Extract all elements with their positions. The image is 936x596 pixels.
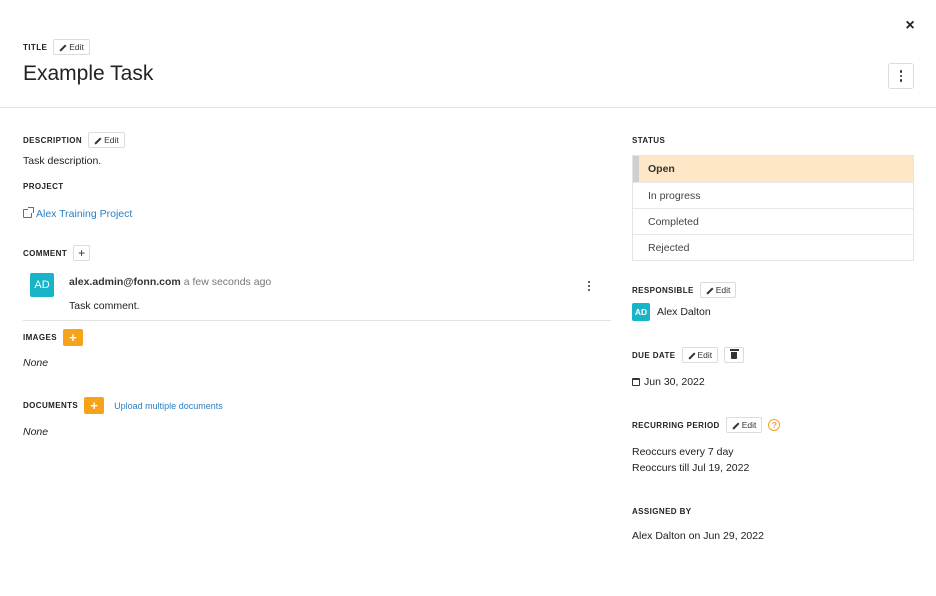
due-date-value: Jun 30, 2022: [632, 376, 705, 388]
header-divider: [0, 107, 936, 108]
close-button[interactable]: ×: [901, 17, 919, 35]
edit-description-button[interactable]: Edit: [88, 132, 125, 148]
status-option-rejected[interactable]: Rejected: [633, 234, 913, 260]
recurring-line-1: Reoccurs every 7 day: [632, 446, 734, 458]
responsible-name: Alex Dalton: [657, 306, 711, 318]
delete-due-date-button[interactable]: [724, 347, 745, 363]
pencil-icon: [94, 137, 101, 144]
edit-recurring-button[interactable]: Edit: [725, 417, 763, 433]
pencil-icon: [732, 422, 739, 429]
comment-divider: [23, 320, 611, 321]
responsible-header: RESPONSIBLE Edit: [632, 282, 737, 298]
external-link-icon: [23, 207, 34, 218]
question-circle-icon[interactable]: ?: [768, 419, 781, 431]
add-document-button[interactable]: +: [84, 397, 105, 414]
add-image-button[interactable]: +: [62, 329, 83, 346]
recurring-header: RECURRING PERIOD Edit ?: [632, 417, 781, 433]
more-vertical-icon: [899, 70, 903, 82]
calendar-icon: [632, 378, 640, 386]
edit-responsible-button[interactable]: Edit: [699, 282, 737, 298]
recurring-label: RECURRING PERIOD: [632, 420, 720, 430]
project-label: PROJECT: [23, 182, 64, 191]
more-options-button[interactable]: [888, 63, 914, 89]
status-list: Open In progress Completed Rejected: [632, 155, 914, 261]
status-option-completed[interactable]: Completed: [633, 208, 913, 234]
description-label: DESCRIPTION: [23, 135, 83, 145]
description-header: DESCRIPTION Edit: [23, 132, 125, 148]
comment-header: COMMENT +: [23, 245, 91, 261]
comment-time: a few seconds ago: [183, 276, 272, 288]
assigned-by-label: ASSIGNED BY: [632, 507, 692, 516]
description-text: Task description.: [23, 155, 102, 167]
due-date-header: DUE DATE Edit: [632, 347, 745, 363]
title-row: TITLE Edit: [23, 39, 90, 55]
avatar: AD: [30, 273, 54, 297]
status-option-open[interactable]: Open: [633, 156, 913, 182]
title-label: TITLE: [23, 42, 48, 52]
images-label: IMAGES: [23, 333, 57, 342]
due-date-label: DUE DATE: [632, 350, 676, 360]
comment-label: COMMENT: [23, 248, 68, 258]
project-link[interactable]: Alex Training Project: [23, 204, 132, 222]
documents-header: DOCUMENTS + Upload multiple documents: [23, 397, 223, 414]
assigned-by-text: Alex Dalton on Jun 29, 2022: [632, 530, 764, 542]
edit-description-label: Edit: [104, 135, 119, 145]
documents-empty: None: [23, 426, 49, 438]
responsible-label: RESPONSIBLE: [632, 285, 694, 295]
comment-author: alex.admin@fonn.com: [69, 276, 181, 288]
upload-multiple-documents-link[interactable]: Upload multiple documents: [114, 401, 223, 411]
avatar: AD: [632, 303, 650, 321]
responsible-user: AD Alex Dalton: [632, 303, 711, 321]
add-comment-button[interactable]: +: [73, 245, 91, 261]
status-label: STATUS: [632, 136, 666, 145]
images-empty: None: [23, 357, 49, 369]
comment-meta: alex.admin@fonn.com a few seconds ago: [69, 276, 271, 288]
page-title: Example Task: [23, 62, 154, 85]
edit-title-label: Edit: [69, 42, 84, 52]
images-header: IMAGES +: [23, 329, 83, 346]
due-date-text: Jun 30, 2022: [644, 376, 705, 388]
edit-title-button[interactable]: Edit: [53, 39, 90, 55]
comment-text: Task comment.: [69, 300, 140, 312]
edit-due-date-label: Edit: [697, 350, 713, 360]
trash-icon: [729, 349, 739, 359]
edit-due-date-button[interactable]: Edit: [681, 347, 719, 363]
edit-responsible-label: Edit: [715, 285, 731, 295]
pencil-icon: [706, 287, 713, 294]
status-option-in-progress[interactable]: In progress: [633, 182, 913, 208]
recurring-line-2: Reoccurs till Jul 19, 2022: [632, 462, 750, 474]
documents-label: DOCUMENTS: [23, 401, 79, 410]
project-link-text: Alex Training Project: [36, 208, 133, 220]
pencil-icon: [59, 44, 66, 51]
edit-recurring-label: Edit: [741, 420, 757, 430]
pencil-icon: [688, 352, 695, 359]
comment-more-icon[interactable]: [588, 281, 591, 292]
